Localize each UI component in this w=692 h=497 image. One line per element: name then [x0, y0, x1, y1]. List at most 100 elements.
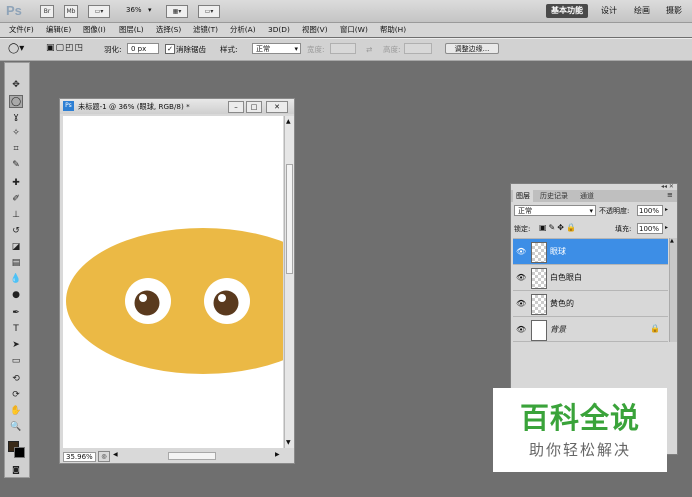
spot-healing-tool-icon[interactable]: ✚ [9, 177, 23, 190]
horizontal-scrollbar-thumb[interactable] [168, 452, 216, 460]
tab-channels[interactable]: 通道 [577, 190, 597, 202]
swap-icon[interactable]: ⇄ [366, 45, 372, 54]
scroll-up-arrow-icon[interactable]: ▲ [286, 118, 291, 125]
3d-orbit-tool-icon[interactable]: ⟳ [9, 389, 23, 402]
menu-help[interactable]: 帮助(H) [380, 25, 406, 35]
path-selection-tool-icon[interactable]: ➤ [9, 339, 23, 352]
shape-tool-icon[interactable]: ▭ [9, 355, 23, 368]
mini-bridge-button[interactable]: Mb [64, 5, 78, 18]
opacity-input[interactable]: 100% [637, 205, 663, 216]
visibility-eye-icon[interactable]: 👁 [516, 247, 526, 256]
layer-row-eyeball[interactable]: 👁 眼球 [513, 238, 668, 264]
minimize-button[interactable]: – [228, 101, 244, 113]
visibility-eye-icon[interactable]: 👁 [516, 273, 526, 282]
arrange-documents-icon[interactable]: ▦▾ [166, 5, 188, 18]
style-select[interactable]: 正常 ▾ [252, 43, 301, 54]
watermark-subtitle: 助你轻松解决 [528, 441, 631, 459]
magic-wand-tool-icon[interactable]: ✧ [9, 127, 23, 140]
3d-rotate-tool-icon[interactable]: ⟲ [9, 373, 23, 386]
workspace-design[interactable]: 设计 [596, 4, 622, 18]
menu-layer[interactable]: 图层(L) [119, 25, 144, 35]
tab-history[interactable]: 历史记录 [537, 190, 571, 202]
panel-tabs: 图层 历史记录 通道 ≡ [511, 190, 677, 202]
background-color-swatch[interactable] [14, 447, 25, 458]
elliptical-marquee-tool-icon[interactable]: ◯ [9, 95, 23, 108]
layers-scrollbar[interactable]: ▲ [669, 238, 677, 342]
menu-analysis[interactable]: 分析(A) [230, 25, 256, 35]
selection-mode-icons[interactable]: ▣▢◰◳ [46, 43, 84, 53]
menu-filter[interactable]: 滤镜(T) [193, 25, 218, 35]
status-info-icon[interactable]: ◎ [98, 451, 110, 462]
menu-edit[interactable]: 编辑(E) [46, 25, 71, 35]
panel-menu-icon[interactable]: ≡ [667, 191, 673, 199]
screen-mode-icon[interactable]: ▭▾ [198, 5, 220, 18]
layer-row-background[interactable]: 👁 背景 🔒 [513, 316, 668, 342]
menu-window[interactable]: 窗口(W) [340, 25, 368, 35]
feather-input[interactable]: 0 px [127, 43, 159, 54]
height-input[interactable] [404, 43, 432, 54]
eraser-tool-icon[interactable]: ◪ [9, 241, 23, 254]
scrollbar-thumb[interactable] [286, 164, 293, 274]
layer-row-yellow[interactable]: 👁 黄色的 [513, 290, 668, 316]
scroll-down-arrow-icon[interactable]: ▼ [286, 439, 291, 446]
eyedropper-tool-icon[interactable]: ✎ [9, 159, 23, 172]
workspace-painting[interactable]: 绘画 [629, 4, 655, 18]
hscroll-right-arrow-icon[interactable]: ▶ [275, 451, 280, 458]
visibility-eye-icon[interactable]: 👁 [516, 325, 526, 334]
menu-image[interactable]: 图像(I) [83, 25, 106, 35]
move-tool-icon[interactable]: ✥ [9, 79, 23, 92]
vertical-scrollbar[interactable]: ▲ ▼ [284, 116, 294, 448]
zoom-level[interactable]: 36% [126, 6, 142, 14]
width-input[interactable] [330, 43, 356, 54]
visibility-eye-icon[interactable]: 👁 [516, 299, 526, 308]
close-button[interactable]: ✕ [266, 101, 288, 113]
fill-input[interactable]: 100% [637, 223, 663, 234]
layer-row-white-eyes[interactable]: 👁 白色眼白 [513, 264, 668, 290]
lasso-tool-icon[interactable]: ɣ [9, 111, 23, 124]
workspace-essentials[interactable]: 基本功能 [546, 4, 588, 18]
quick-mask-icon[interactable]: ◙ [9, 463, 23, 476]
antialias-checkbox[interactable]: ✓ [165, 44, 175, 54]
menu-select[interactable]: 选择(S) [156, 25, 181, 35]
tools-panel: ✥ ◯ ɣ ✧ ⌗ ✎ ✚ ✐ ⊥ ↺ ◪ ▤ 💧 ● ✒ T ➤ ▭ ⟲ ⟳ … [4, 62, 30, 478]
menu-file[interactable]: 文件(F) [9, 25, 34, 35]
hscroll-left-arrow-icon[interactable]: ◀ [113, 451, 118, 458]
maximize-button[interactable]: □ [246, 101, 262, 113]
bridge-button[interactable]: Br [40, 5, 54, 18]
ellipse-marquee-preset-icon[interactable]: ◯▾ [8, 43, 24, 54]
hand-tool-icon[interactable]: ✋ [9, 405, 23, 418]
workspace-photography[interactable]: 摄影 [661, 4, 687, 18]
zoom-status[interactable]: 35.96% [63, 452, 96, 462]
menu-view[interactable]: 视图(V) [302, 25, 328, 35]
blend-mode-select[interactable]: 正常 ▾ [514, 205, 596, 216]
scroll-up-arrow-icon[interactable]: ▲ [670, 238, 674, 244]
type-tool-icon[interactable]: T [9, 323, 23, 336]
pen-tool-icon[interactable]: ✒ [9, 307, 23, 320]
zoom-tool-icon[interactable]: 🔍 [9, 421, 23, 434]
canvas[interactable] [63, 116, 283, 448]
layer-thumbnail [531, 320, 547, 341]
fill-arrow-icon[interactable]: ▸ [665, 224, 668, 231]
layer-name: 白色眼白 [550, 273, 582, 282]
view-extras-icon[interactable]: ▭▾ [88, 5, 110, 18]
panel-collapse-icon[interactable]: ◂◂ ✕ [661, 183, 674, 190]
width-label: 宽度: [307, 45, 325, 54]
document-status-bar: 35.96% ◎ ◀ ▶ [61, 450, 293, 462]
crop-tool-icon[interactable]: ⌗ [9, 143, 23, 156]
opacity-arrow-icon[interactable]: ▸ [665, 206, 668, 213]
document-titlebar[interactable]: Ps 未标题-1 @ 36% (眼球, RGB/8) * – □ ✕ [60, 99, 294, 114]
brush-tool-icon[interactable]: ✐ [9, 193, 23, 206]
refine-edge-button[interactable]: 调整边缘... [445, 43, 499, 54]
blur-tool-icon[interactable]: 💧 [9, 273, 23, 286]
menu-3d[interactable]: 3D(D) [268, 25, 290, 35]
left-eye-highlight [139, 294, 147, 302]
gradient-tool-icon[interactable]: ▤ [9, 257, 23, 270]
lock-options-icons[interactable]: ▣✎✥🔒 [539, 223, 578, 232]
clone-stamp-tool-icon[interactable]: ⊥ [9, 209, 23, 222]
layer-thumbnail [531, 242, 547, 263]
dodge-tool-icon[interactable]: ● [9, 289, 23, 302]
tab-layers[interactable]: 图层 [513, 190, 533, 202]
history-brush-tool-icon[interactable]: ↺ [9, 225, 23, 238]
document-title: 未标题-1 @ 36% (眼球, RGB/8) * [78, 102, 190, 111]
zoom-dropdown-icon[interactable]: ▾ [148, 6, 152, 14]
